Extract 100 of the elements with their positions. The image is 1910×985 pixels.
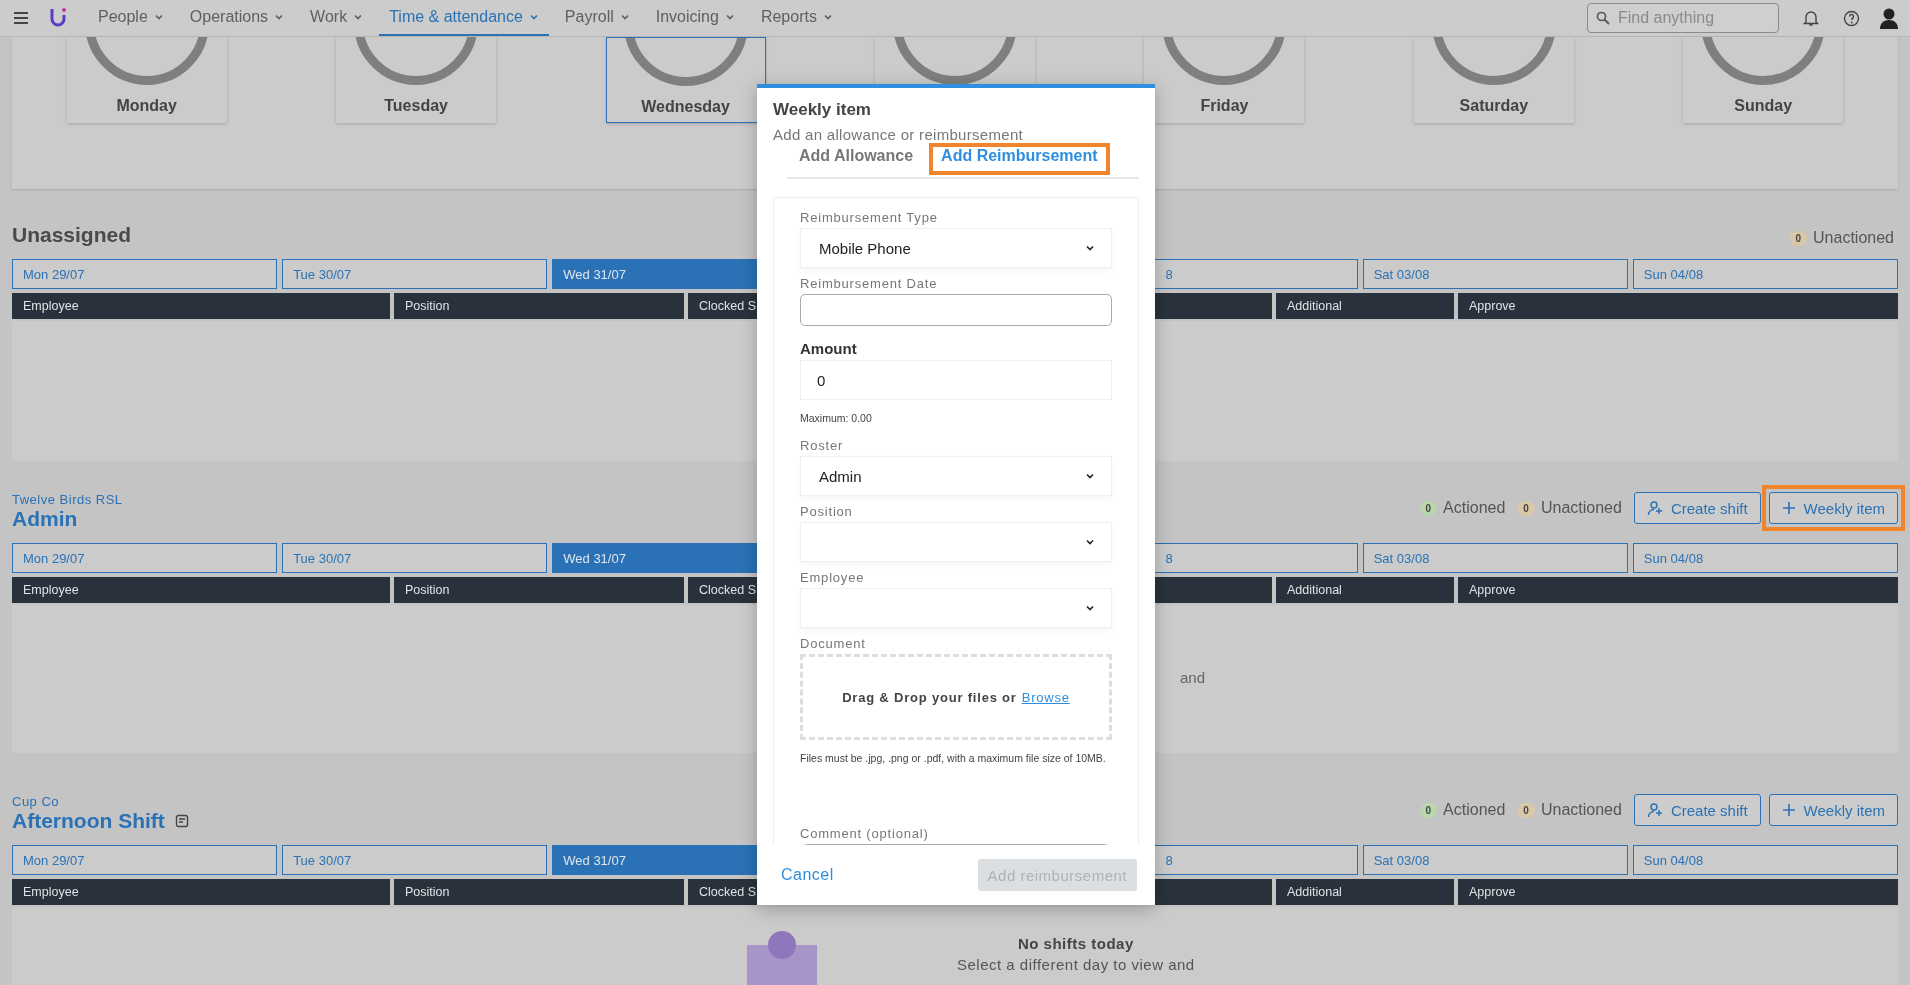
day-card[interactable]: Saturday	[1413, 37, 1574, 123]
count-badge: 0	[1419, 500, 1438, 516]
column-header: Employee	[12, 293, 390, 319]
empty-state-title: No shifts today	[1016, 935, 1135, 952]
amount-field[interactable]: 0	[800, 360, 1112, 400]
day-tab[interactable]: Sat 03/08	[1362, 543, 1628, 573]
date-field[interactable]	[800, 294, 1112, 326]
chevron-down-icon	[822, 12, 833, 22]
column-header: Additional	[1276, 293, 1454, 319]
count-badge: 0	[1517, 500, 1535, 516]
day-card[interactable]: Wednesday	[605, 37, 766, 123]
field-hint: Files must be .jpg, .png or .pdf, with a maximum file size of 10MB.	[800, 751, 1107, 766]
nav-menu-item[interactable]: Work	[300, 0, 374, 36]
nav-menu-item[interactable]: Operations	[179, 0, 295, 36]
empty-state-text: Select a different day to view and	[957, 956, 1195, 973]
field-label: Reimbursement Type	[800, 210, 939, 225]
column-header: Position	[394, 577, 684, 603]
count-badge: 0	[1517, 802, 1535, 818]
nav-menu-item[interactable]: Invoicing	[645, 0, 745, 36]
column-header: Approve	[1458, 879, 1898, 905]
field-label: Amount	[800, 340, 858, 357]
field-label: Comment (optional)	[800, 826, 930, 841]
menu-icon[interactable]	[14, 12, 28, 24]
day-tab[interactable]: Sun 04/08	[1632, 543, 1898, 573]
dialog-tab[interactable]: Add Reimbursement	[929, 143, 1110, 175]
count-label: Unactioned	[1540, 801, 1622, 819]
day-card[interactable]: Sunday	[1683, 37, 1844, 123]
select-field[interactable]	[800, 522, 1112, 562]
day-card[interactable]: Friday	[1144, 37, 1305, 123]
day-tab[interactable]: Mon 29/07	[12, 845, 278, 875]
column-header: Approve	[1458, 577, 1898, 603]
column-header: Employee	[12, 577, 390, 603]
select-field[interactable]: Admin	[800, 456, 1112, 496]
count-badge: 0	[1419, 802, 1438, 818]
chevron-down-icon	[1085, 471, 1095, 481]
column-header: Employee	[12, 879, 390, 905]
chevron-down-icon	[353, 12, 364, 22]
bell-icon[interactable]	[1803, 9, 1819, 27]
person-add-icon	[1646, 802, 1663, 818]
section-title: Admin	[12, 507, 78, 531]
weekly-item-button[interactable]: Weekly item	[1768, 492, 1898, 524]
day-tab[interactable]: Tue 30/07	[282, 543, 548, 573]
browse-link[interactable]: Browse	[1021, 689, 1070, 705]
chevron-down-icon	[724, 12, 735, 22]
select-field[interactable]	[800, 588, 1112, 628]
field-label: Roster	[800, 438, 845, 453]
file-drop-zone[interactable]: Drag & Drop your files or Browse	[800, 654, 1112, 740]
plus-icon	[1781, 501, 1796, 515]
field-label: Position	[800, 504, 854, 519]
field-label: Document	[800, 636, 867, 651]
day-tab[interactable]: Tue 30/07	[282, 259, 548, 289]
drop-text: Drag & Drop your files or	[842, 689, 1017, 705]
nav-menu-item[interactable]: Reports	[750, 0, 843, 36]
day-tab[interactable]: Sun 04/08	[1632, 845, 1898, 875]
chevron-down-icon	[619, 12, 630, 22]
help-icon[interactable]	[1843, 9, 1860, 27]
location-name: Cup Co	[12, 794, 61, 809]
day-tab[interactable]: Mon 29/07	[12, 259, 278, 289]
day-card[interactable]: Monday	[66, 37, 227, 123]
day-tab[interactable]: Tue 30/07	[282, 845, 548, 875]
dialog-subtitle: Add an allowance or reimbursement	[772, 125, 1025, 143]
weekly-item-button[interactable]: Weekly item	[1768, 794, 1898, 826]
search-field[interactable]: Find anything	[1587, 3, 1779, 33]
section-title: Unassigned	[12, 223, 132, 247]
count-label: Actioned	[1443, 499, 1506, 517]
day-tab[interactable]: Sat 03/08	[1362, 845, 1628, 875]
create-shift-button[interactable]: Create shift	[1633, 794, 1761, 826]
chevron-down-icon	[1085, 603, 1095, 613]
chevron-down-icon	[528, 12, 539, 22]
day-tab[interactable]: Sun 04/08	[1632, 259, 1898, 289]
chevron-down-icon	[1085, 537, 1095, 547]
nav-menu-item[interactable]: Payroll	[554, 0, 640, 36]
day-tab[interactable]: Mon 29/07	[12, 543, 278, 573]
person-add-icon	[1646, 500, 1663, 516]
column-header: Position	[394, 879, 684, 905]
count-badge: 0	[1789, 230, 1808, 246]
count-label: Actioned	[1443, 801, 1506, 819]
day-card[interactable]: Tuesday	[336, 37, 497, 123]
column-header: Approve	[1458, 293, 1898, 319]
dialog-title: Weekly item	[772, 99, 872, 120]
illustration-drawing	[747, 931, 817, 985]
avatar-icon[interactable]	[1880, 7, 1898, 29]
column-header: Position	[394, 293, 684, 319]
create-shift-button[interactable]: Create shift	[1633, 492, 1761, 524]
logo-icon[interactable]	[50, 7, 66, 29]
plus-icon	[1781, 803, 1796, 817]
chevron-down-icon	[274, 12, 285, 22]
field-hint: Maximum: 0.00	[800, 411, 873, 426]
location-name: Twelve Birds RSL	[12, 492, 123, 507]
count-label: Unactioned	[1540, 499, 1622, 517]
chevron-down-icon	[1085, 243, 1095, 253]
empty-state-text: and	[1180, 669, 1206, 686]
select-field[interactable]: Mobile Phone	[800, 228, 1112, 268]
chevron-down-icon	[153, 12, 164, 22]
dialog-tab[interactable]: Add Allowance	[787, 143, 926, 175]
section-title: Afternoon Shift	[12, 809, 165, 833]
count-label: Unactioned	[1813, 229, 1894, 247]
nav-menu-item[interactable]: People	[88, 0, 174, 36]
day-tab[interactable]: Sat 03/08	[1362, 259, 1628, 289]
column-header: Additional	[1276, 577, 1454, 603]
